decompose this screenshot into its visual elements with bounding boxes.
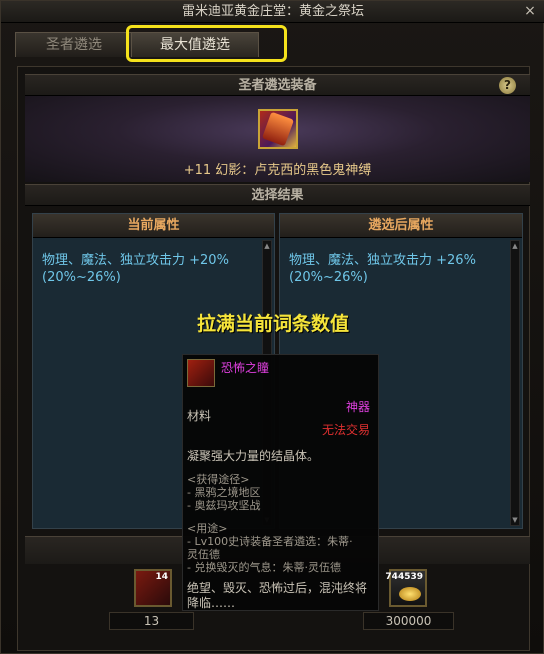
- after-scrollbar[interactable]: ▲ ▼: [510, 240, 520, 526]
- material-stack-count: 14: [155, 572, 168, 582]
- current-attributes-header: 当前属性: [33, 214, 274, 238]
- gold-coin-icon: [399, 587, 421, 601]
- tooltip-item-type: 材料: [187, 409, 212, 423]
- close-button[interactable]: ×: [521, 2, 539, 20]
- gold-cost-value: 300000: [363, 612, 454, 630]
- tooltip-item-name: 恐怖之瞳: [221, 361, 270, 375]
- scroll-up-icon[interactable]: ▲: [511, 241, 519, 251]
- window-title: 雷米迪亚黄金庄堂：黄金之祭坛: [181, 4, 364, 19]
- material-slot[interactable]: 14: [134, 569, 172, 607]
- equip-section-title: 圣者遴选装备: [238, 78, 317, 93]
- tooltip-rarity: 神器: [345, 400, 370, 414]
- tooltip-flavor-text: 绝望、毁灭、恐怖过后，混沌终将降临……: [187, 581, 368, 610]
- tooltip-obtain-line: - 奥兹玛攻坚战: [187, 499, 261, 512]
- material-cost-value: 13: [109, 612, 194, 630]
- item-tooltip: 恐怖之瞳 神器 材料 无法交易 凝聚强大力量的结晶体。 <获得途径> - 黑鸦之…: [182, 354, 379, 611]
- equipment-icon[interactable]: [258, 109, 298, 149]
- scroll-down-icon[interactable]: ▼: [511, 515, 519, 525]
- after-attributes-header: 遴选后属性: [280, 214, 522, 238]
- tooltip-use-line: 灵伍德: [187, 548, 220, 561]
- result-section-header: 选择结果: [25, 184, 530, 206]
- tab-max-value-selection[interactable]: 最大值遴选: [131, 32, 259, 57]
- help-icon[interactable]: ?: [499, 77, 516, 94]
- tab-saint-selection[interactable]: 圣者遴选: [15, 32, 133, 57]
- overlay-caption: 拉满当前词条数值: [196, 313, 349, 335]
- equip-section-header: 圣者遴选装备 ?: [25, 74, 530, 96]
- tooltip-use-line: - 兑换毁灭的气息：朱蒂·灵伍德: [187, 561, 341, 574]
- window-titlebar: 雷米迪亚黄金庄堂：黄金之祭坛 ×: [1, 1, 544, 23]
- after-attributes-text: 物理、魔法、独立攻击力 +26% (20%~26%): [289, 253, 476, 285]
- scroll-up-icon[interactable]: ▲: [263, 241, 271, 251]
- tooltip-description: 凝聚强大力量的结晶体。: [187, 449, 320, 463]
- tooltip-trade-status: 无法交易: [321, 423, 370, 437]
- tooltip-obtain-line: - 黑鸦之境地区: [187, 486, 261, 499]
- result-section-title: 选择结果: [251, 188, 304, 203]
- current-attributes-text: 物理、魔法、独立攻击力 +20% (20%~26%): [42, 253, 229, 285]
- gold-stack-count: 744539: [385, 572, 423, 582]
- equipment-name: +11 幻影：卢克西的黑色鬼神缚: [183, 163, 372, 178]
- gold-slot[interactable]: 744539: [385, 569, 427, 607]
- window: 雷米迪亚黄金庄堂：黄金之祭坛 × 圣者遴选 最大值遴选 圣者遴选装备 ? +11…: [0, 0, 544, 654]
- tooltip-item-icon: [187, 359, 215, 387]
- tooltip-obtain-title: <获得途径>: [187, 473, 250, 486]
- tooltip-use-line: - Lv100史诗装备圣者遴选：朱蒂·: [187, 535, 353, 548]
- tooltip-use-title: <用途>: [187, 522, 228, 535]
